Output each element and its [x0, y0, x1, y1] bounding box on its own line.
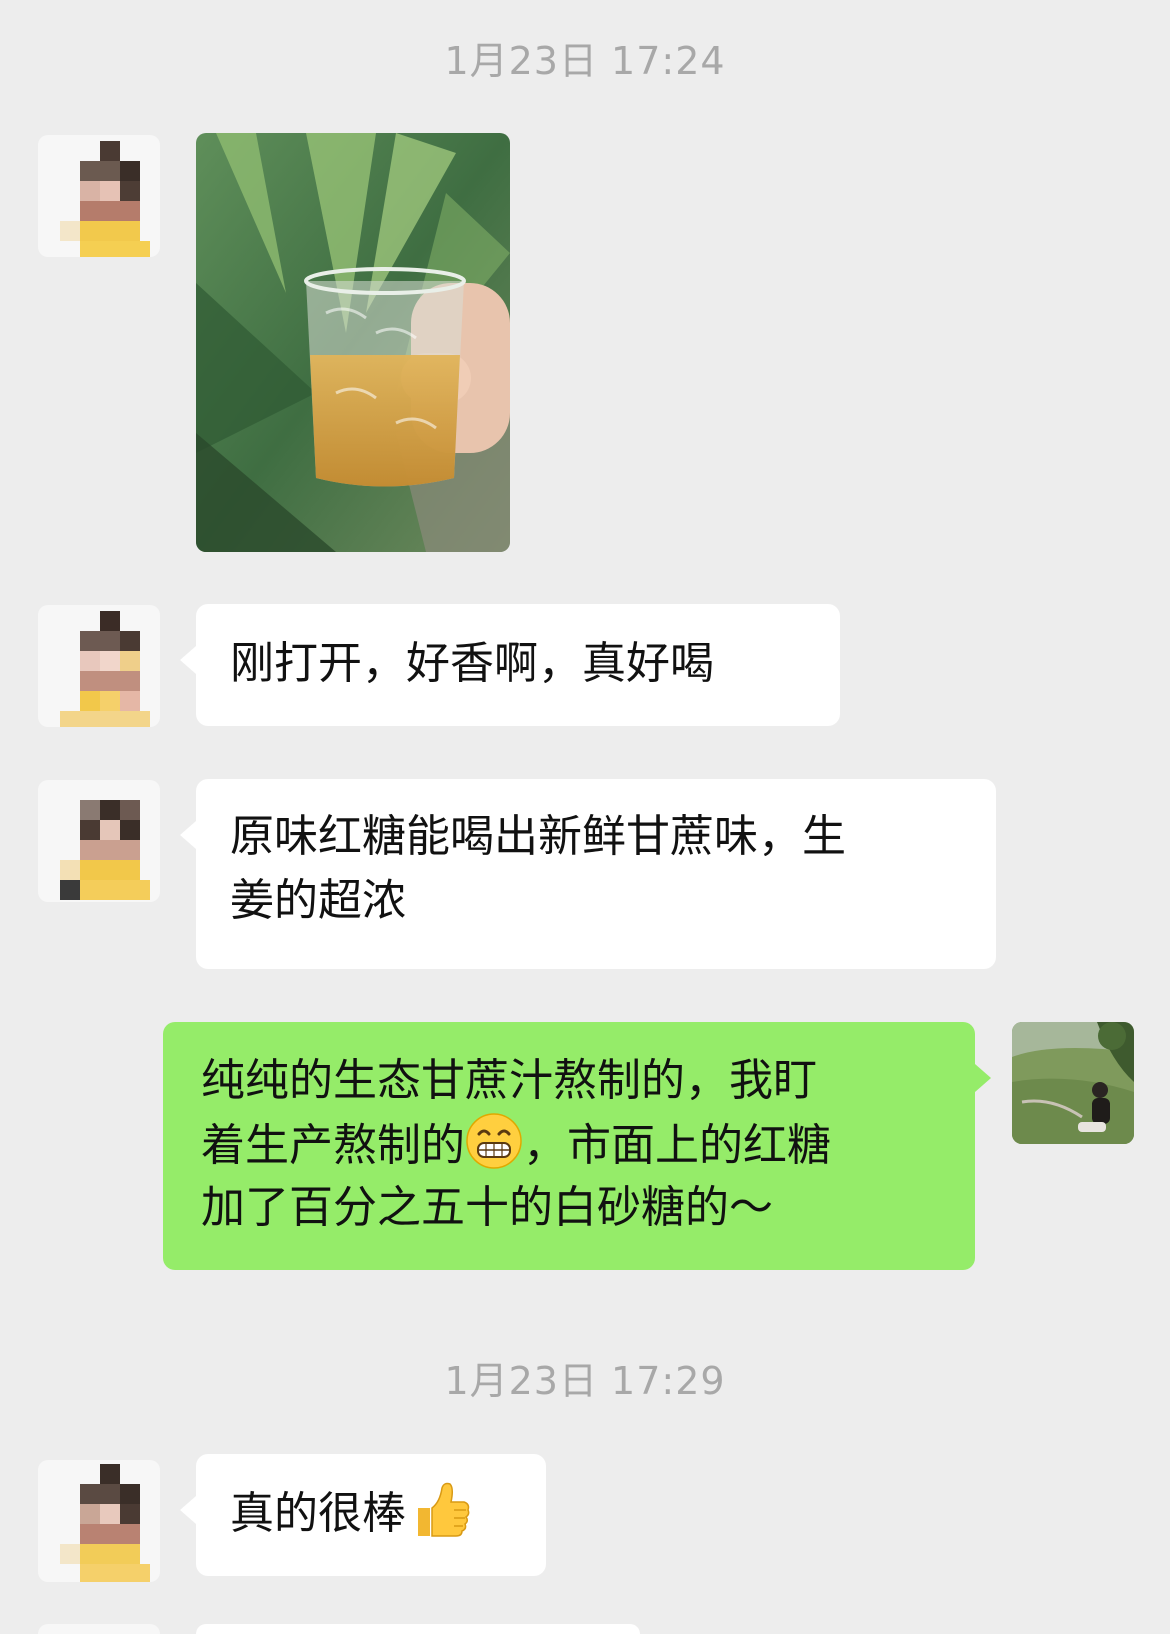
message-text-line: 加了百分之五十的白砂糖的～ — [201, 1182, 773, 1233]
message-text: 真的很棒 — [230, 1488, 406, 1539]
contact-avatar[interactable] — [38, 780, 160, 902]
timestamp: 1月23日 17:29 — [444, 1359, 726, 1403]
contact-avatar[interactable] — [38, 135, 160, 257]
incoming-message-bubble[interactable] — [196, 1624, 640, 1634]
timestamp: 1月23日 17:24 — [444, 39, 726, 83]
incoming-message-bubble[interactable]: 真的很棒 — [180, 1454, 546, 1576]
contact-avatar[interactable] — [38, 605, 160, 727]
incoming-message-bubble[interactable]: 原味红糖能喝出新鲜甘蔗味，生 姜的超浓 — [180, 779, 996, 969]
message-text-line: 纯纯的生态甘蔗汁熬制的，我盯 — [201, 1055, 817, 1106]
contact-avatar[interactable] — [38, 1624, 160, 1634]
message-text: ，市面上的红糖 — [523, 1120, 831, 1171]
message-text: 刚打开，好香啊，真好喝 — [230, 638, 714, 689]
message-text: 着生产熬制的 — [201, 1120, 465, 1171]
message-text-line: 姜的超浓 — [230, 875, 406, 926]
contact-avatar[interactable] — [38, 1460, 160, 1582]
incoming-message-bubble[interactable]: 刚打开，好香啊，真好喝 — [180, 604, 840, 726]
message-text-line: 原味红糖能喝出新鲜甘蔗味，生 — [230, 811, 846, 862]
grinning-face-emoji-icon — [465, 1112, 523, 1170]
photo-message-glass-of-tea[interactable] — [196, 133, 510, 552]
outgoing-message-bubble[interactable]: 纯纯的生态甘蔗汁熬制的，我盯 着生产熬制的 ，市面上的红糖 加了百分之五十的白砂… — [163, 1022, 991, 1270]
thumbs-up-emoji-icon — [410, 1478, 472, 1540]
my-avatar[interactable] — [1012, 1022, 1134, 1144]
